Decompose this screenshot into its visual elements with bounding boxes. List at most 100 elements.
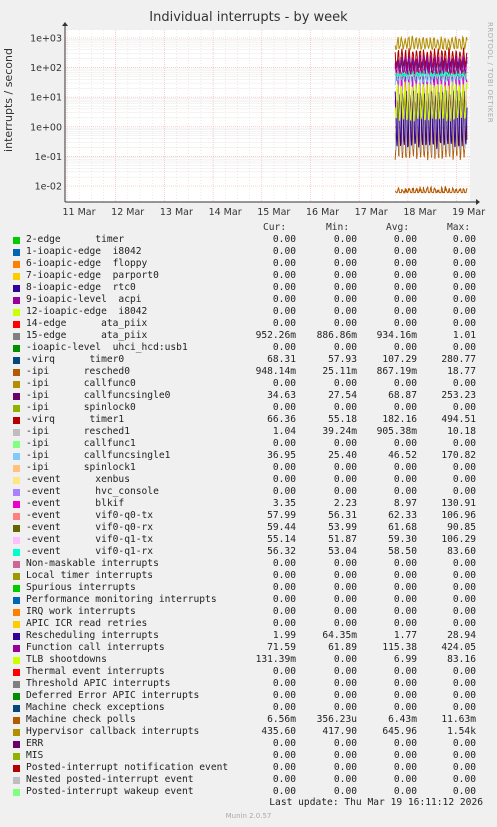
legend-max-value: 0.00	[452, 258, 476, 269]
legend-max-value: 0.00	[452, 606, 476, 617]
legend-max-value: 0.00	[452, 618, 476, 629]
legend-cur-value: 0.00	[272, 786, 296, 797]
legend-cur-value: 1.04	[272, 426, 296, 437]
legend-label: 8-ioapic-edge rtc0	[26, 282, 136, 293]
legend-label: -event vif0-q1-tx	[26, 534, 154, 545]
legend-row: -ipi callfunc0 0.00 0.00 0.00 0.00	[0, 378, 497, 390]
legend-cur-value: 0.00	[272, 474, 296, 485]
legend-row: 12-ioapic-edge i8042 0.00 0.00 0.00 0.00	[0, 306, 497, 318]
legend-max-value: 0.00	[452, 570, 476, 581]
legend-max-value: 0.00	[452, 486, 476, 497]
legend-cur-value: 68.31	[267, 354, 296, 365]
legend-cur-value: 0.00	[272, 702, 296, 713]
col-header-min: Min:	[326, 222, 350, 233]
legend-row: Nested posted-interrupt event 0.00 0.00 0.0…	[0, 774, 497, 786]
legend-label: -ioapic-level uhci_hcd:usb1	[26, 342, 188, 353]
legend-cur-value: 0.00	[272, 486, 296, 497]
legend-label: IRQ work interrupts	[26, 606, 136, 617]
legend-label: -ipi spinlock1	[26, 462, 136, 473]
legend-row: Function call interrupts 71.59 61.89 115.38…	[0, 642, 497, 654]
legend-row: -event blkif 3.35 2.23 8.97 130.91	[0, 498, 497, 510]
legend-swatch	[13, 477, 20, 484]
y-tick-label: 1e+00	[30, 122, 62, 133]
legend-swatch	[13, 621, 20, 628]
legend-cur-value: 0.00	[272, 318, 296, 329]
legend-max-value: 0.00	[452, 342, 476, 353]
legend-swatch	[13, 429, 20, 436]
legend-max-value: 0.00	[452, 378, 476, 389]
legend-swatch	[13, 657, 20, 664]
legend-row: IRQ work interrupts 0.00 0.00 0.00 0.00	[0, 606, 497, 618]
legend-row: -event vif0-q0-tx 57.99 56.31 62.33 106.96	[0, 510, 497, 522]
legend-row: 15-edge ata_piix 952.26m 886.86m 934.16m 1.0…	[0, 330, 497, 342]
legend-row: -ipi resched0 948.14m 25.11m 867.19m 18.77	[0, 366, 497, 378]
legend-max-value: 11.63m	[441, 714, 476, 725]
legend-swatch	[13, 729, 20, 736]
legend-cur-value: 0.00	[272, 402, 296, 413]
legend-swatch	[13, 537, 20, 544]
legend-max-value: 0.00	[452, 678, 476, 689]
legend-row: -ipi callfuncsingle0 34.63 27.54 68.87 253.2…	[0, 390, 497, 402]
munin-version: Munin 2.0.57	[225, 812, 272, 820]
legend-max-value: 1.01	[452, 330, 476, 341]
legend-row: 9-ioapic-level acpi 0.00 0.00 0.00 0.00	[0, 294, 497, 306]
legend-max-value: 130.91	[441, 498, 476, 509]
legend-cur-value: 948.14m	[255, 366, 296, 377]
legend-label: 7-ioapic-edge parport0	[26, 270, 159, 281]
legend-label: -ipi resched0	[26, 366, 130, 377]
legend-max-value: 0.00	[452, 402, 476, 413]
legend-max-value: 83.16	[447, 654, 476, 665]
legend-swatch	[13, 369, 20, 376]
legend-max-value: 0.00	[452, 462, 476, 473]
legend-label: -event hvc_console	[26, 486, 159, 497]
legend-swatch	[13, 273, 20, 280]
legend-swatch	[13, 501, 20, 508]
legend-label: Hypervisor callback interrupts	[26, 726, 200, 737]
legend-max-value: 0.00	[452, 438, 476, 449]
legend-row: Rescheduling interrupts 1.99 64.35m 1.77 28.…	[0, 630, 497, 642]
legend-cur-value: 0.00	[272, 258, 296, 269]
legend-row: -virq timer1 66.36 55.18 182.16 494.51	[0, 414, 497, 426]
legend-cur-value: 0.00	[272, 594, 296, 605]
legend-max-value: 0.00	[452, 690, 476, 701]
legend-swatch	[13, 405, 20, 412]
y-tick-label: 1e+01	[30, 93, 62, 104]
legend-max-value: 170.82	[441, 450, 476, 461]
legend-cur-value: 0.00	[272, 270, 296, 281]
y-tick-label: 1e-02	[35, 182, 62, 193]
legend-label: -ipi callfunc1	[26, 438, 136, 449]
legend-label: Machine check exceptions	[26, 702, 165, 713]
legend-max-value: 0.00	[452, 318, 476, 329]
legend-label: -ipi callfuncsingle1	[26, 450, 171, 461]
legend-cur-value: 57.99	[267, 510, 296, 521]
legend-cur-value: 55.14	[267, 534, 296, 545]
legend-swatch	[13, 525, 20, 532]
legend-label: 15-edge ata_piix	[26, 330, 148, 341]
legend-label: -event vif0-q0-tx	[26, 510, 154, 521]
legend-swatch	[13, 561, 20, 568]
legend-label: Performance monitoring interrupts	[26, 594, 217, 605]
legend-max-value: 0.00	[452, 666, 476, 677]
legend-max-value: 0.00	[452, 474, 476, 485]
legend-row: -event hvc_console 0.00 0.00 0.00 0.00	[0, 486, 497, 498]
y-axis-arrow	[62, 22, 68, 26]
legend-label: Deferred Error APIC interrupts	[26, 690, 200, 701]
legend-cur-value: 0.00	[272, 762, 296, 773]
legend-swatch	[13, 609, 20, 616]
legend-swatch	[13, 693, 20, 700]
legend-cur-value: 36.95	[267, 450, 296, 461]
legend-row: Spurious interrupts 0.00 0.00 0.00 0.00	[0, 582, 497, 594]
legend-swatch	[13, 549, 20, 556]
legend-max-value: 28.94	[447, 630, 476, 641]
x-tick-label: 16 Mar	[306, 207, 339, 218]
legend-label: Threshold APIC interrupts	[26, 678, 171, 689]
legend-label: Local timer interrupts	[26, 570, 154, 581]
legend-label: APIC ICR read retries	[26, 618, 148, 629]
legend-label: 14-edge ata_piix	[26, 318, 148, 329]
legend-cur-value: 0.00	[272, 294, 296, 305]
legend-cur-value: 131.39m	[255, 654, 296, 665]
last-update: Last update: Thu Mar 19 16:11:12 2026	[269, 797, 483, 808]
legend-swatch	[13, 381, 20, 388]
legend-cur-value: 34.63	[267, 390, 296, 401]
legend-cur-value: 0.00	[272, 558, 296, 569]
